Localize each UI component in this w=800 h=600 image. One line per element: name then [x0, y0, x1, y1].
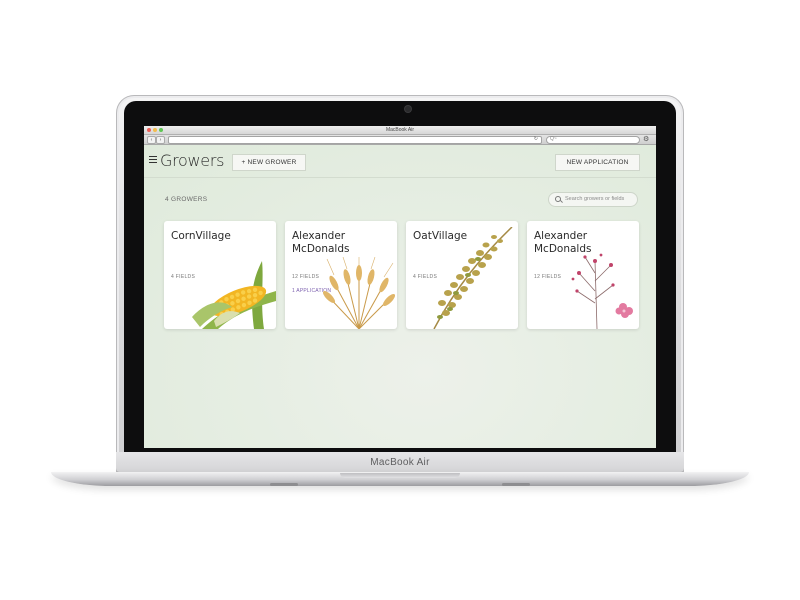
camera-icon — [405, 106, 411, 112]
laptop-brand-label: MacBook Air — [370, 457, 430, 468]
window-title: MacBook Air — [385, 127, 415, 133]
laptop-foot — [270, 483, 298, 486]
grower-card[interactable]: Alexander McDonalds 12 FIELDS — [527, 221, 639, 329]
grower-count: 4 GROWERS — [165, 196, 208, 203]
hamburger-menu-icon[interactable] — [149, 156, 157, 163]
screen: MacBook Air ‹ › ↻ Q~ ⚙ Growers + NEW GRO… — [144, 126, 656, 448]
search-icon — [555, 196, 561, 202]
grower-card[interactable]: CornVillage 4 FIELDS — [164, 221, 276, 329]
app-header: Growers + NEW GROWER NEW APPLICATION — [144, 145, 656, 178]
grower-card[interactable]: OatVillage 4 FIELDS — [406, 221, 518, 329]
grower-name: Alexander McDonalds — [292, 230, 350, 255]
laptop-lid: MacBook Air ‹ › ↻ Q~ ⚙ Growers + NEW GRO… — [116, 95, 684, 472]
browser-titlebar: MacBook Air — [144, 126, 656, 135]
laptop-opening-notch — [340, 473, 460, 478]
browser-toolbar: ‹ › ↻ Q~ ⚙ — [144, 135, 656, 145]
grower-card[interactable]: Alexander McDonalds 12 FIELDS 1 APPLICAT… — [285, 221, 397, 329]
laptop-foot — [502, 483, 530, 486]
forward-icon[interactable]: › — [156, 136, 165, 144]
wheat-image — [322, 257, 396, 329]
reload-icon[interactable]: ↻ — [534, 136, 538, 142]
growers-app: Growers + NEW GROWER NEW APPLICATION 4 G… — [144, 145, 656, 448]
gear-icon[interactable]: ⚙ — [643, 135, 649, 143]
page-title: Growers — [160, 151, 225, 170]
grower-field-count: 12 FIELDS — [534, 274, 562, 280]
grower-name: CornVillage — [171, 230, 231, 242]
new-grower-button[interactable]: + NEW GROWER — [232, 154, 306, 171]
grower-field-count: 12 FIELDS — [292, 274, 320, 280]
flower-image — [571, 253, 633, 329]
browser-search-field[interactable]: Q~ — [546, 136, 640, 144]
address-bar[interactable]: ↻ — [168, 136, 542, 144]
search-box[interactable] — [548, 192, 638, 207]
screen-bezel: MacBook Air ‹ › ↻ Q~ ⚙ Growers + NEW GRO… — [124, 101, 676, 466]
browser-search-placeholder: Q~ — [550, 136, 557, 142]
corn-image — [192, 261, 276, 329]
new-application-button[interactable]: NEW APPLICATION — [555, 154, 640, 171]
search-input[interactable] — [565, 194, 633, 204]
back-icon[interactable]: ‹ — [147, 136, 156, 144]
oat-image — [433, 227, 513, 329]
